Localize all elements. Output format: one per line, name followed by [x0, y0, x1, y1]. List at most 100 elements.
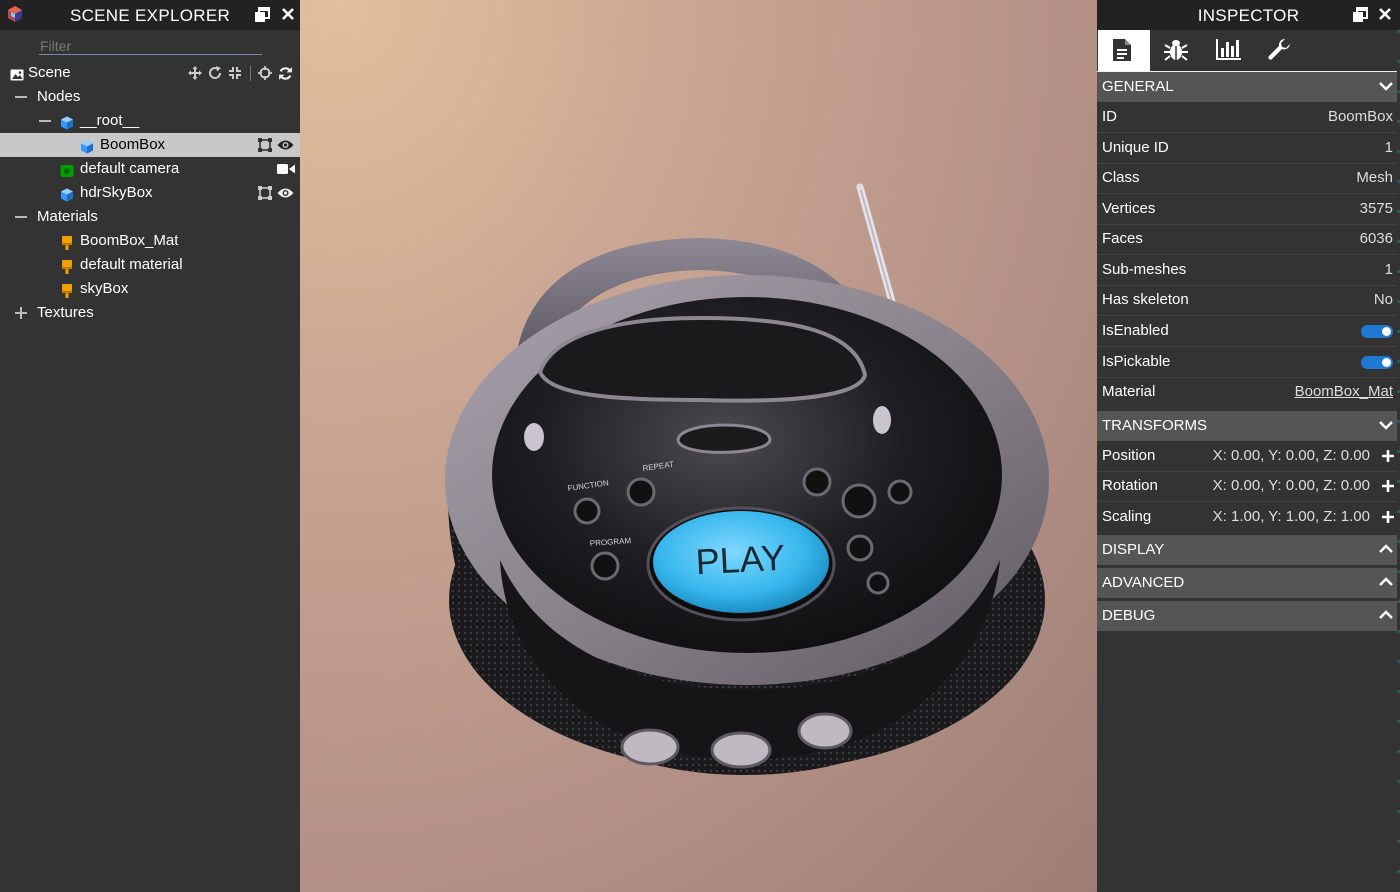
section-title: ADVANCED [1102, 574, 1185, 591]
filter-row [0, 30, 300, 60]
section-title: DISPLAY [1102, 541, 1165, 558]
property-label: IsPickable [1102, 353, 1171, 370]
material-label: BoomBox_Mat [80, 232, 179, 249]
boombox-model[interactable]: REPEAT FUNCTION PROGRAM PLAY [300, 0, 1097, 892]
collapse-icon[interactable] [39, 120, 51, 122]
scene-explorer-panel: SCENE EXPLORER Scene [0, 0, 300, 892]
expand-plus-icon[interactable] [1381, 510, 1395, 524]
close-icon[interactable] [281, 7, 297, 23]
property-value: 6036 [1359, 230, 1393, 247]
debug-icon [1164, 40, 1188, 61]
material-label: default material [80, 256, 183, 273]
popout-icon[interactable] [254, 7, 270, 23]
property-label: Has skeleton [1102, 291, 1189, 308]
section-general-header[interactable]: GENERAL [1097, 72, 1400, 102]
materials-label: Materials [37, 208, 98, 225]
close-icon[interactable] [1378, 7, 1394, 23]
inspector-title-bar: INSPECTOR [1097, 0, 1400, 30]
material-brush-icon [61, 282, 75, 298]
tab-statistics[interactable] [1202, 30, 1254, 71]
section-title: DEBUG [1102, 607, 1156, 624]
bounding-box-icon[interactable] [258, 138, 272, 152]
tab-tools[interactable] [1254, 30, 1306, 71]
bounding-box-icon[interactable] [258, 186, 272, 200]
collapse-icon[interactable] [15, 216, 27, 218]
rotate-gizmo-icon[interactable] [208, 66, 222, 80]
section-debug-header[interactable]: DEBUG [1097, 601, 1400, 631]
property-row-faces: Faces 6036 [1097, 224, 1400, 255]
collapse-icon[interactable] [15, 96, 27, 98]
property-value: 3575 [1359, 200, 1393, 217]
chevron-up-icon [1379, 577, 1393, 586]
mesh-icon [60, 114, 74, 130]
translate-gizmo-icon[interactable] [188, 66, 202, 80]
mesh-icon [80, 138, 94, 154]
inspector-panel: INSPECTOR GENERAL ID BoomBox Unique ID 1… [1097, 0, 1400, 892]
chevron-down-icon [1379, 421, 1393, 430]
boombox-node-label: BoomBox [100, 136, 166, 153]
rotation-value: X: 0.00, Y: 0.00, Z: 0.00 [1212, 477, 1370, 494]
position-value: X: 0.00, Y: 0.00, Z: 0.00 [1212, 447, 1370, 464]
material-brush-icon [61, 234, 75, 250]
section-title: GENERAL [1102, 78, 1174, 95]
tree-row-hdrskybox[interactable]: hdrSkyBox [0, 181, 300, 205]
section-transforms-header[interactable]: TRANSFORMS [1097, 411, 1400, 441]
property-label: IsEnabled [1102, 322, 1169, 339]
material-link[interactable]: BoomBox_Mat [1295, 377, 1393, 407]
scene-icon [10, 66, 24, 81]
tab-debug[interactable] [1150, 30, 1202, 71]
active-camera-icon[interactable] [277, 162, 295, 176]
tools-icon [1268, 38, 1290, 60]
property-value: Mesh [1356, 169, 1393, 186]
visibility-eye-icon[interactable] [277, 186, 294, 200]
tree-row-textures[interactable]: Textures [0, 301, 300, 325]
bounding-box-gizmo-icon[interactable] [258, 66, 272, 80]
property-label: Vertices [1102, 200, 1156, 217]
tree-row-default-camera[interactable]: default camera [0, 157, 300, 181]
property-row-class: Class Mesh [1097, 163, 1400, 194]
camera-node-label: default camera [80, 160, 180, 177]
tree-row-nodes[interactable]: Nodes [0, 85, 300, 109]
tree-row-material[interactable]: BoomBox_Mat [0, 229, 300, 253]
scale-gizmo-icon[interactable] [228, 66, 242, 80]
property-row-sub-meshes: Sub-meshes 1 [1097, 255, 1400, 286]
section-advanced-header[interactable]: ADVANCED [1097, 568, 1400, 598]
property-label: ID [1102, 108, 1117, 125]
tree-row-boombox[interactable]: BoomBox [0, 133, 300, 157]
tree-row-materials[interactable]: Materials [0, 205, 300, 229]
property-label: Scaling [1102, 508, 1152, 525]
visibility-eye-icon[interactable] [277, 138, 294, 152]
is-pickable-toggle[interactable] [1361, 356, 1393, 369]
tree-row-root[interactable]: __root__ [0, 109, 300, 133]
expand-plus-icon[interactable] [1381, 449, 1395, 463]
property-value: BoomBox [1327, 108, 1393, 125]
refresh-icon[interactable] [278, 66, 293, 81]
filter-input[interactable] [39, 38, 262, 55]
property-row-has-skeleton: Has skeleton No [1097, 285, 1400, 316]
lid-latch [676, 423, 772, 454]
popout-icon[interactable] [1352, 7, 1368, 23]
skybox-node-label: hdrSkyBox [80, 184, 153, 201]
tree-row-scene[interactable]: Scene [0, 61, 300, 85]
property-row-position: Position X: 0.00, Y: 0.00, Z: 0.00 [1097, 441, 1400, 472]
expand-plus-icon[interactable] [1381, 479, 1395, 493]
property-value: 1 [1384, 261, 1393, 278]
properties-icon [1113, 39, 1131, 61]
tree-row-material[interactable]: default material [0, 253, 300, 277]
toggle-knob [1382, 327, 1391, 336]
property-label: Sub-meshes [1102, 261, 1187, 278]
tab-properties[interactable] [1098, 30, 1150, 71]
is-enabled-toggle[interactable] [1361, 325, 1393, 338]
textures-label: Textures [37, 304, 94, 321]
nodes-label: Nodes [37, 88, 81, 105]
property-row-vertices: Vertices 3575 [1097, 194, 1400, 225]
property-label: Unique ID [1102, 139, 1169, 156]
property-row-scaling: Scaling X: 1.00, Y: 1.00, Z: 1.00 [1097, 502, 1400, 532]
property-label: Class [1102, 169, 1140, 186]
inspector-tabs [1097, 30, 1400, 72]
play-text: PLAY [695, 537, 786, 583]
tree-row-material[interactable]: skyBox [0, 277, 300, 301]
render-viewport[interactable]: REPEAT FUNCTION PROGRAM PLAY [300, 0, 1097, 892]
section-display-header[interactable]: DISPLAY [1097, 535, 1400, 565]
property-label: Faces [1102, 230, 1143, 247]
